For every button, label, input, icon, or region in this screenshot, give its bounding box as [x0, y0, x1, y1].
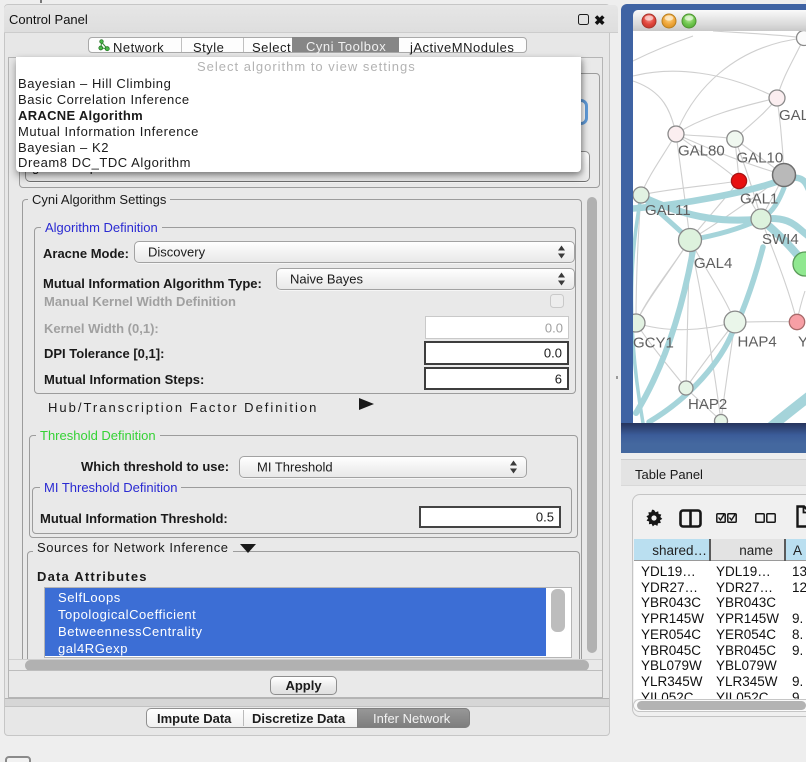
svg-text:Y: Y	[798, 334, 806, 351]
svg-text:HAP2: HAP2	[688, 396, 727, 413]
svg-text:GAL10: GAL10	[737, 150, 784, 167]
svg-text:GAL11: GAL11	[645, 202, 691, 219]
svg-text:GCY1: GCY1	[633, 335, 674, 352]
svg-text:GAL: GAL	[779, 107, 806, 124]
svg-text:SWI4: SWI4	[762, 231, 799, 248]
svg-text:GAL80: GAL80	[678, 143, 725, 160]
svg-text:HAP4: HAP4	[738, 334, 777, 351]
svg-text:GAL4: GAL4	[694, 255, 732, 272]
svg-text:GAL1: GAL1	[740, 191, 778, 208]
